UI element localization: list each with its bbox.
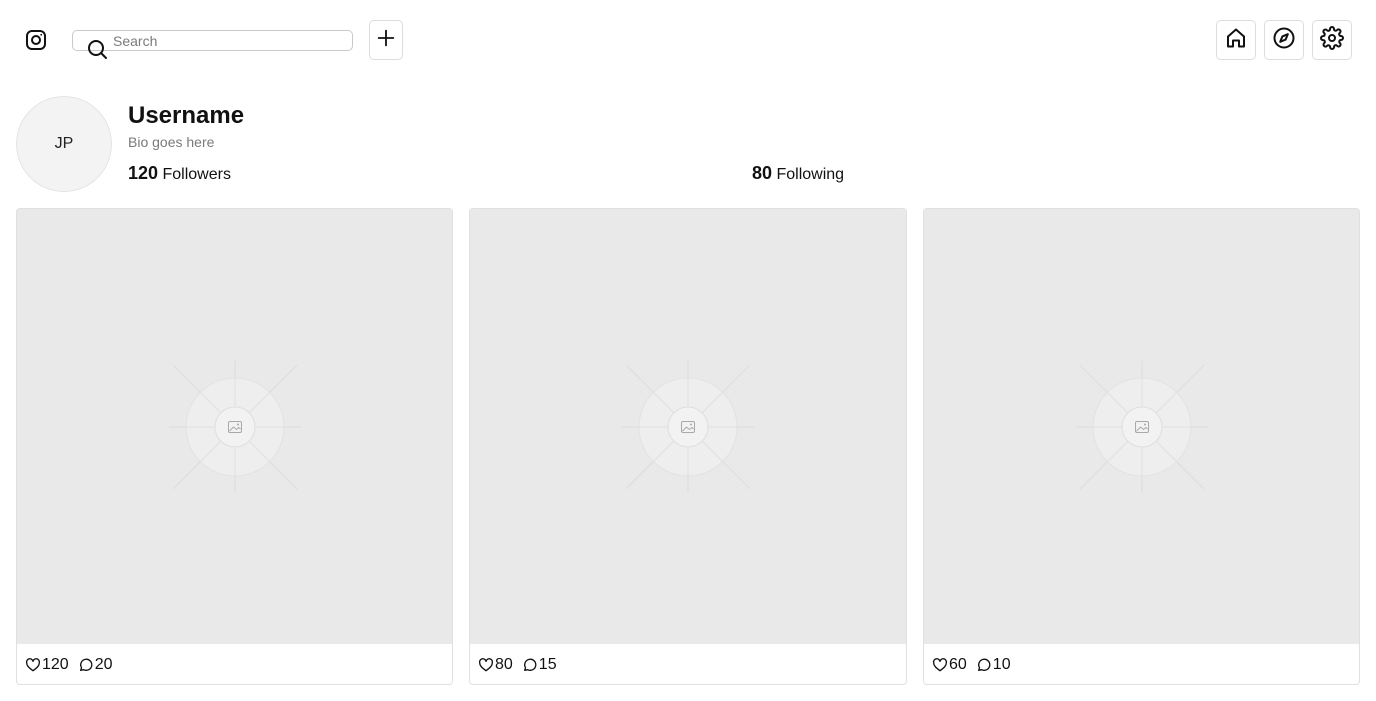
image-placeholder-icon xyxy=(1075,360,1208,493)
post-card[interactable]: 120 20 xyxy=(16,208,453,685)
home-button[interactable] xyxy=(1216,20,1256,60)
like-count: 120 xyxy=(42,656,69,673)
comment-count: 10 xyxy=(992,656,1011,673)
avatar[interactable]: JP xyxy=(16,96,112,192)
heart-icon xyxy=(932,658,948,672)
like-button[interactable]: 60 xyxy=(932,656,967,674)
like-count: 60 xyxy=(949,656,967,673)
image-placeholder-icon xyxy=(622,360,754,493)
instagram-icon[interactable] xyxy=(24,28,48,52)
add-post-button[interactable] xyxy=(369,20,403,60)
like-button[interactable]: 120 xyxy=(25,656,69,674)
plus-icon xyxy=(375,27,397,54)
home-icon xyxy=(1224,26,1248,55)
comment-icon xyxy=(79,658,93,671)
post-image[interactable] xyxy=(17,209,452,644)
heart-icon xyxy=(25,658,41,672)
search-input[interactable] xyxy=(113,32,343,49)
post-card[interactable]: 80 15 xyxy=(469,208,907,685)
search-box[interactable] xyxy=(72,30,353,59)
comment-count: 20 xyxy=(94,656,113,673)
post-image[interactable] xyxy=(924,209,1359,644)
comment-button[interactable]: 20 xyxy=(78,656,113,674)
following-label: Following xyxy=(776,166,845,183)
post-card[interactable]: 60 10 xyxy=(923,208,1360,685)
avatar-initials: JP xyxy=(54,135,74,152)
like-button[interactable]: 80 xyxy=(478,656,513,674)
post-footer: 120 20 xyxy=(17,644,452,684)
settings-button[interactable] xyxy=(1312,20,1352,60)
profile-bio: Bio goes here xyxy=(128,134,215,150)
following-count: 80 xyxy=(752,163,773,183)
followers-label: Followers xyxy=(162,166,231,183)
post-footer: 60 10 xyxy=(924,644,1359,684)
post-image[interactable] xyxy=(470,209,906,644)
post-footer: 80 15 xyxy=(470,644,906,684)
profile-username: Username xyxy=(128,102,245,129)
gear-icon xyxy=(1320,25,1344,55)
compass-icon xyxy=(1272,26,1296,55)
like-count: 80 xyxy=(495,656,513,673)
image-placeholder-icon xyxy=(168,360,301,493)
comment-icon xyxy=(523,658,537,671)
search-icon xyxy=(85,37,109,61)
followers-stat[interactable]: 120 Followers xyxy=(128,163,231,184)
heart-icon xyxy=(478,658,494,672)
comment-count: 15 xyxy=(538,656,557,673)
comment-button[interactable]: 15 xyxy=(522,656,557,674)
top-bar xyxy=(0,0,1376,80)
following-stat[interactable]: 80 Following xyxy=(752,163,844,184)
comment-button[interactable]: 10 xyxy=(976,656,1011,674)
followers-count: 120 xyxy=(128,163,159,183)
explore-button[interactable] xyxy=(1264,20,1304,60)
comment-icon xyxy=(977,658,991,671)
